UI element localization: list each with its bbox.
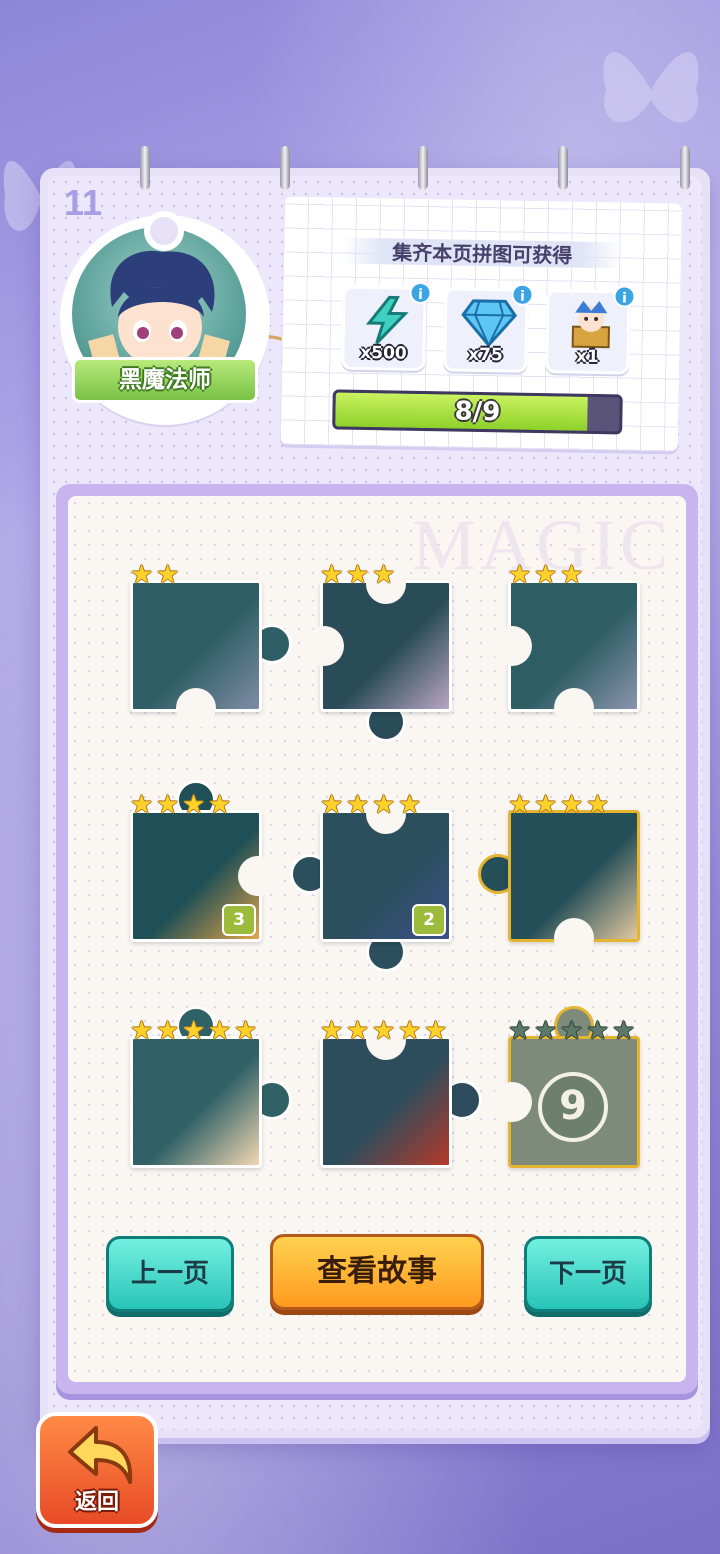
star-icon: ★ [508,790,532,820]
star-icon: ★ [182,790,206,820]
star-icon: ★ [182,1016,206,1046]
info-icon[interactable]: i [613,285,636,308]
piece-notch [554,918,594,958]
view-story-button[interactable]: 查看故事 [270,1234,484,1310]
binder-ring [280,146,290,190]
star-icon: ★ [346,790,370,820]
binder-ring [680,146,690,190]
piece-notch [238,856,278,896]
reward-qty: x75 [467,344,503,366]
piece-notch [176,688,216,728]
reward-qty: x500 [360,342,407,364]
butterfly-icon [603,52,699,123]
star-icon: ★ [586,790,610,820]
piece-count-badge: 2 [412,904,446,936]
star-icon: ★ [508,1016,532,1046]
piece-artwork [130,1036,262,1168]
star-icon: ★ [234,1016,258,1046]
piece-count-badge: 3 [222,904,256,936]
star-icon: ★ [156,790,180,820]
star-rating: ★ ★ ★ ★ ★ [320,1018,450,1044]
puzzle-piece[interactable]: ★ ★ ★ ★ 3 [130,780,278,942]
reward-list: x500 i x75 i x1 i [341,281,636,375]
puzzle-piece[interactable]: ★ ★ ★ ★ ★ [130,1006,292,1168]
character-name: 黑魔法师 [72,357,258,403]
star-icon: ★ [130,1016,154,1046]
star-icon: ★ [320,560,344,590]
star-rating: ★ ★ ★ ★ ★ [508,1018,638,1044]
reward-title: 集齐本页拼图可获得 [392,240,573,268]
diamond-gem-icon [461,299,518,348]
reward-qty: x1 [575,346,600,368]
progress-text: 8/9 [454,396,501,428]
star-rating: ★ ★ ★ ★ [320,792,424,818]
star-icon: ★ [560,790,584,820]
star-icon: ★ [320,1016,344,1046]
star-icon: ★ [156,560,180,590]
piece-notch [492,1082,532,1122]
binder-ring [558,146,568,190]
star-icon: ★ [320,790,344,820]
star-icon: ★ [398,1016,422,1046]
puzzle-piece[interactable]: ★ ★ ★ ★ ★ 9 [492,1006,640,1168]
piece-notch [554,688,594,728]
star-icon: ★ [372,560,396,590]
reward-diamond[interactable]: x75 i [443,283,534,373]
jester-character-icon [571,300,610,349]
star-icon: ★ [424,1016,448,1046]
reward-card: 集齐本页拼图可获得 x500 i x75 i x1 i 8/9 [279,196,683,452]
character-portrait-tag: 黑魔法师 [60,211,320,445]
reward-jester[interactable]: x1 i [545,285,636,375]
info-icon[interactable]: i [409,281,432,305]
star-icon: ★ [208,1016,232,1046]
info-icon[interactable]: i [511,283,534,306]
star-icon: ★ [534,1016,558,1046]
locked-piece-number: 9 [538,1072,608,1142]
puzzle-piece[interactable]: ★ ★ [130,562,292,728]
puzzle-piece[interactable]: ★ ★ ★ ★ ★ [320,1018,482,1168]
puzzle-piece[interactable]: ★ ★ ★ ★ 2 [290,792,452,972]
collection-progress-bar: 8/9 [332,389,623,435]
star-icon: ★ [398,790,422,820]
back-label: 返回 [74,1490,119,1515]
star-rating: ★ ★ ★ [320,562,398,588]
binder-ring [140,146,150,190]
star-icon: ★ [346,1016,370,1046]
star-icon: ★ [560,560,584,590]
star-icon: ★ [372,790,396,820]
prev-page-button[interactable]: 上一页 [106,1236,234,1312]
back-button[interactable]: 返回 [36,1412,158,1528]
star-icon: ★ [130,790,154,820]
piece-notch [304,626,344,666]
star-icon: ★ [534,560,558,590]
puzzle-piece[interactable]: ★ ★ ★ ★ [478,792,640,958]
star-rating: ★ ★ ★ ★ ★ [130,1018,260,1044]
star-icon: ★ [156,1016,180,1046]
star-rating: ★ ★ ★ ★ [130,792,234,818]
star-rating: ★ ★ ★ [508,562,586,588]
star-icon: ★ [560,1016,584,1046]
lightning-energy-icon [365,295,409,345]
puzzle-piece[interactable]: ★ ★ ★ [304,562,452,742]
reward-energy[interactable]: x500 i [341,281,432,372]
star-icon: ★ [130,560,154,590]
star-icon: ★ [372,1016,396,1046]
next-page-button[interactable]: 下一页 [524,1236,652,1312]
star-icon: ★ [346,560,370,590]
binder-ring [418,146,428,190]
tag-hole [144,211,184,251]
puzzle-piece[interactable]: ★ ★ ★ [492,562,640,728]
star-icon: ★ [208,790,232,820]
piece-notch [492,626,532,666]
star-icon: ★ [534,790,558,820]
star-icon: ★ [586,1016,610,1046]
star-icon: ★ [508,560,532,590]
star-icon: ★ [612,1016,636,1046]
star-rating: ★ ★ ★ ★ [508,792,612,818]
star-rating: ★ ★ [130,562,182,588]
